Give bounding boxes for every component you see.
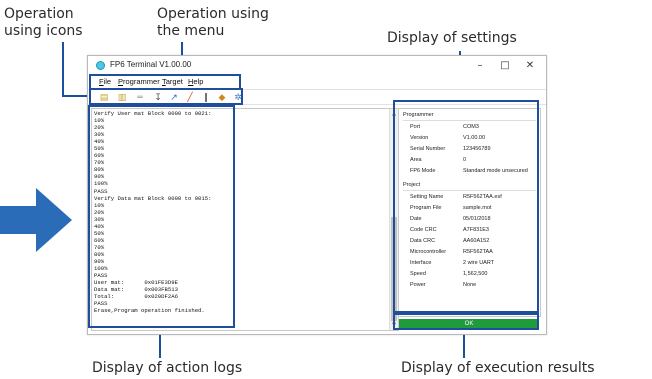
minimize-button[interactable]: – (468, 58, 492, 73)
logs-callout: Display of action logs (92, 360, 243, 376)
close-button[interactable]: ✕ (518, 58, 542, 73)
icons-leader-v (62, 42, 64, 96)
icons-highlight (89, 88, 243, 105)
settings-highlight (393, 100, 539, 313)
title-bar: FP6 Terminal V1.00.00 – □ ✕ (88, 56, 546, 76)
maximize-button[interactable]: □ (493, 58, 517, 73)
menu-callout: Operation using the menu (157, 6, 269, 39)
settings-callout: Display of settings (387, 30, 517, 46)
icons-callout: Operation using icons (4, 6, 83, 39)
app-logo-icon (96, 61, 105, 70)
result-highlight (393, 313, 539, 330)
figure: Operation using icons Operation using th… (0, 0, 652, 379)
log-highlight (88, 105, 235, 328)
arrow-right-icon (0, 188, 72, 252)
window-title: FP6 Terminal V1.00.00 (110, 60, 192, 69)
results-callout: Display of execution results (401, 360, 595, 376)
